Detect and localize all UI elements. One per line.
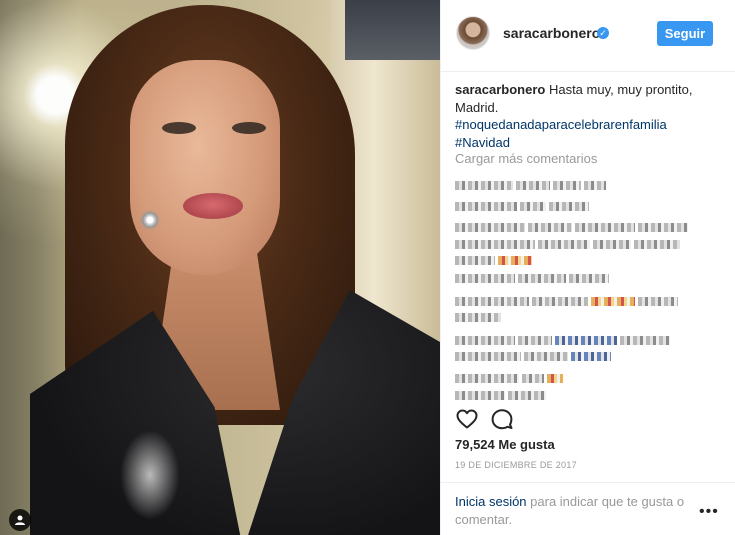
avatar[interactable] xyxy=(456,16,490,50)
header-username[interactable]: saracarbonero xyxy=(503,25,600,41)
photo-eye-left xyxy=(162,122,196,134)
hashtag-link[interactable]: #Navidad xyxy=(455,134,723,152)
follow-button[interactable]: Seguir xyxy=(657,21,713,46)
more-options-icon[interactable]: ••• xyxy=(699,503,719,521)
pixelated-comment xyxy=(455,309,725,323)
photo-earring xyxy=(140,210,160,230)
post-photo[interactable] xyxy=(0,0,440,535)
pixelated-comment xyxy=(455,348,725,362)
pixelated-comment xyxy=(455,332,725,346)
pixelated-comment xyxy=(455,236,725,250)
photo-lips xyxy=(183,193,243,219)
login-link[interactable]: Inicia sesión xyxy=(455,494,527,509)
caption-username[interactable]: saracarbonero xyxy=(455,82,545,97)
load-more-comments-link[interactable]: Cargar más comentarios xyxy=(455,151,597,166)
post-sidebar: saracarbonero ✓ Seguir saracarbonero Has… xyxy=(440,0,735,535)
photo-light-flare xyxy=(120,430,180,520)
verified-badge-icon: ✓ xyxy=(597,27,609,39)
login-footer: Inicia sesión para indicar que te gusta … xyxy=(441,482,735,535)
user-tag-icon[interactable] xyxy=(9,509,31,531)
post-header: saracarbonero ✓ Seguir xyxy=(441,0,735,72)
pixelated-comment xyxy=(455,293,725,307)
pixelated-comment xyxy=(455,252,725,266)
pixelated-comment xyxy=(455,270,725,284)
pixelated-comment xyxy=(455,219,725,233)
hashtag-link[interactable]: #noquedanadaparacelebrarenfamilia xyxy=(455,116,723,134)
pixelated-comment xyxy=(455,177,725,191)
post-caption: saracarbonero Hasta muy, muy prontito, M… xyxy=(455,81,723,151)
photo-eye-right xyxy=(232,122,266,134)
pixelated-comment xyxy=(455,387,725,401)
likes-count[interactable]: 79,524 Me gusta xyxy=(455,437,555,452)
pixelated-comment xyxy=(455,198,725,212)
comment-icon[interactable] xyxy=(490,407,514,431)
photo-face xyxy=(130,60,280,275)
post-date: 19 DE DICIEMBRE DE 2017 xyxy=(455,460,577,470)
heart-icon[interactable] xyxy=(455,407,479,431)
login-prompt: Inicia sesión para indicar que te gusta … xyxy=(455,493,695,529)
photo-background-awning xyxy=(345,0,440,60)
pixelated-comment xyxy=(455,370,725,384)
